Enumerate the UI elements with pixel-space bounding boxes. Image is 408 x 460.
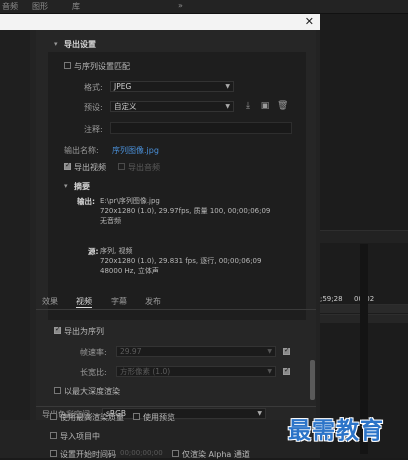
alpha-only-label: 仅渲染 Alpha 通道 — [182, 450, 250, 459]
tabs-divider — [36, 309, 316, 310]
save-preset-icon[interactable]: ⤓ — [243, 101, 253, 111]
export-as-sequence-label: 导出为序列 — [64, 327, 104, 336]
summary-title: 摘要 — [74, 182, 90, 191]
match-sequence-label: 与序列设置匹配 — [74, 62, 130, 71]
watermark-logo: 最需教育 — [288, 417, 384, 444]
frame-rate-label: 帧速率: — [80, 348, 107, 357]
summary-output-audio: 无音频 — [100, 217, 121, 225]
set-start-timecode-label: 设置开始时间码 — [60, 450, 116, 459]
preset-value: 自定义 — [114, 102, 137, 111]
frame-rate-match-checkbox[interactable] — [283, 346, 290, 355]
chevron-down-icon: ▼ — [257, 410, 262, 417]
comment-label: 注释: — [84, 125, 103, 134]
summary-source-audio: 48000 Hz, 立体声 — [100, 267, 159, 275]
chevron-down-icon[interactable]: ▾ — [64, 182, 68, 190]
format-label: 格式: — [84, 83, 103, 92]
menu-item-library[interactable]: 库 — [72, 1, 80, 12]
import-project-label: 导入项目中 — [60, 432, 100, 441]
chevron-down-icon: ▼ — [267, 368, 272, 375]
dialog-titlebar: ✕ — [0, 14, 320, 30]
export-video-label: 导出视频 — [74, 163, 106, 172]
timeline-timecode: ;59;28 — [320, 295, 343, 303]
export-as-sequence-checkbox[interactable] — [54, 325, 61, 334]
output-name-label: 输出名称: — [64, 146, 99, 155]
frame-rate-select[interactable]: 29.97 ▼ — [116, 346, 276, 357]
chevron-down-icon: ▼ — [225, 83, 230, 90]
output-name-link[interactable]: 序列图像.jpg — [112, 145, 159, 156]
chevron-down-icon: ▼ — [267, 348, 272, 355]
summary-output-label: 输出: — [77, 197, 95, 206]
aspect-ratio-match-checkbox[interactable] — [283, 366, 290, 375]
bottom-divider — [36, 406, 316, 407]
more-panels-icon[interactable]: » — [178, 1, 183, 10]
import-preset-icon[interactable]: ▣ — [260, 101, 270, 111]
export-video-checkbox[interactable] — [64, 161, 71, 170]
max-quality-checkbox[interactable] — [50, 413, 57, 420]
export-audio-checkbox[interactable] — [118, 163, 125, 170]
aspect-ratio-select[interactable]: 方形像素 (1.0) ▼ — [116, 366, 276, 377]
summary-output-specs: 720x1280 (1.0), 29.97fps, 质量 100, 00;00;… — [100, 207, 271, 215]
menu-bar: 音频 图形 库 » — [0, 0, 408, 14]
export-audio-label: 导出音频 — [128, 163, 160, 172]
max-depth-checkbox[interactable] — [54, 387, 61, 394]
close-icon[interactable]: ✕ — [305, 15, 314, 28]
preset-label: 预设: — [84, 103, 103, 112]
max-quality-label: 使用最高渲染质量 — [60, 413, 124, 422]
summary-output-path: E:\pr\序列图像.jpg — [100, 197, 160, 205]
timeline-ruler — [320, 230, 408, 243]
comment-input[interactable] — [110, 122, 292, 134]
chevron-down-icon: ▼ — [225, 103, 230, 110]
section-title-export-settings: 导出设置 — [64, 40, 96, 49]
format-select[interactable]: JPEG ▼ — [110, 81, 234, 92]
export-settings-panel: ▾ 导出设置 与序列设置匹配 格式: JPEG ▼ 预设: 自定义 ▼ ⤓ ▣ 🗑 … — [36, 30, 316, 420]
menu-item-graphics[interactable]: 图形 — [32, 1, 48, 12]
summary-source-specs: 720x1280 (1.0), 29.831 fps, 逐行, 00;00;06… — [100, 257, 262, 265]
use-previews-label: 使用预览 — [143, 413, 175, 422]
format-value: JPEG — [114, 82, 132, 91]
import-project-checkbox[interactable] — [50, 432, 57, 439]
chevron-down-icon[interactable]: ▾ — [54, 40, 58, 48]
summary-source-label: 源: — [88, 247, 99, 256]
set-start-timecode-checkbox[interactable] — [50, 450, 57, 457]
tab-publish[interactable]: 发布 — [145, 296, 161, 307]
aspect-ratio-label: 长宽比: — [80, 368, 107, 377]
match-sequence-checkbox[interactable] — [64, 62, 71, 69]
preview-pane — [0, 30, 30, 420]
menu-item-audio[interactable]: 音频 — [2, 1, 18, 12]
start-timecode-value[interactable]: 00;00;00;00 — [120, 449, 163, 457]
alpha-only-checkbox[interactable] — [172, 450, 179, 457]
max-depth-label: 以最大深度渲染 — [64, 387, 120, 396]
aspect-ratio-value: 方形像素 (1.0) — [120, 367, 171, 376]
summary-source-type: 序列, 视频 — [100, 247, 133, 255]
export-settings-dialog: ✕ ▾ 导出设置 与序列设置匹配 格式: JPEG ▼ 预设: 自定义 ▼ ⤓ ▣ … — [0, 14, 320, 459]
tab-captions[interactable]: 字幕 — [111, 296, 127, 307]
tab-video[interactable]: 视频 — [76, 296, 92, 308]
use-previews-checkbox[interactable] — [133, 413, 140, 420]
preset-select[interactable]: 自定义 ▼ — [110, 101, 234, 112]
delete-preset-icon[interactable]: 🗑 — [277, 101, 288, 111]
settings-scrollbar[interactable] — [310, 360, 315, 400]
color-space-select[interactable]: sRGB ▼ — [102, 408, 266, 419]
tab-effects[interactable]: 效果 — [42, 296, 58, 307]
timeline-panel: ;59;28 00;02 — [320, 14, 408, 458]
frame-rate-value: 29.97 — [120, 347, 142, 356]
